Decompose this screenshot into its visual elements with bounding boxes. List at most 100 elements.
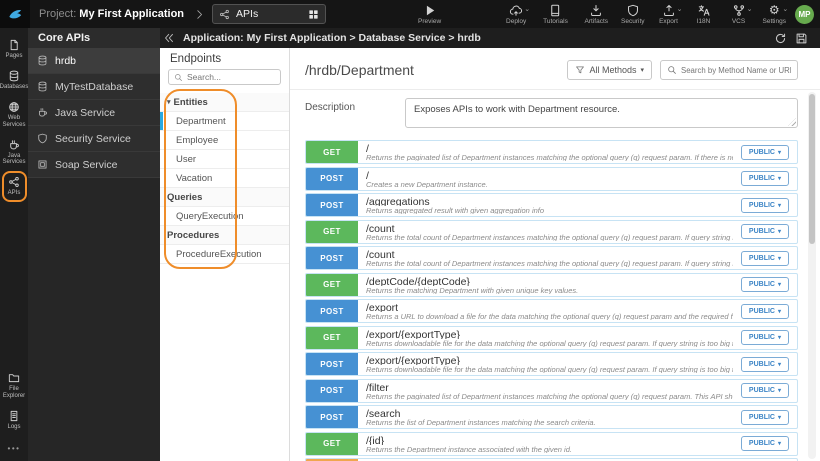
core-api-item-icon bbox=[37, 107, 48, 118]
topbar-action[interactable]: Artifacts bbox=[585, 4, 608, 25]
visibility-dropdown[interactable]: PUBLIC bbox=[740, 409, 789, 425]
refresh-icon[interactable] bbox=[774, 32, 787, 45]
project-name: My First Application bbox=[79, 8, 185, 20]
endpoint-row[interactable]: Employee bbox=[160, 131, 289, 150]
core-api-item-label: hrdb bbox=[55, 54, 77, 67]
api-row[interactable]: GET /count Returns the total count of De… bbox=[305, 219, 798, 244]
api-path: / bbox=[366, 169, 369, 180]
method-badge: GET bbox=[306, 326, 358, 349]
api-row[interactable]: POST /filter Returns the paginated list … bbox=[305, 378, 798, 403]
api-path: /count bbox=[366, 222, 395, 233]
visibility-dropdown[interactable]: PUBLIC bbox=[740, 436, 789, 451]
topbar-action[interactable]: Tutorials bbox=[543, 4, 568, 25]
api-row[interactable]: GET /export/{exportType} Returns downloa… bbox=[305, 325, 798, 350]
endpoint-row[interactable]: Vacation bbox=[160, 169, 289, 188]
api-row[interactable]: POST /aggregations Returns aggregated re… bbox=[305, 193, 798, 217]
api-row[interactable]: POST /export Returns a URL to download a… bbox=[305, 299, 798, 323]
sidebar-item-label: Web Services bbox=[2, 114, 26, 128]
sidebar-item[interactable]: APIs bbox=[1, 171, 28, 203]
core-api-item[interactable]: MyTestDatabase bbox=[28, 74, 160, 100]
visibility-dropdown[interactable]: PUBLIC bbox=[740, 383, 789, 398]
api-row[interactable]: GET /{id} Returns the Department instanc… bbox=[305, 431, 798, 456]
endpoint-row-label: Vacation bbox=[176, 172, 213, 184]
api-row[interactable]: POST / Creates a new Department instance… bbox=[305, 166, 798, 191]
topbar-action[interactable]: VCS bbox=[728, 4, 753, 25]
visibility-dropdown[interactable]: PUBLIC bbox=[740, 330, 789, 345]
sidebar-item-label: Pages bbox=[5, 53, 23, 59]
api-row[interactable]: POST /export/{exportType} Returns downlo… bbox=[305, 352, 798, 376]
method-badge: GET bbox=[306, 141, 358, 163]
endpoints-search[interactable] bbox=[168, 69, 281, 85]
description-textarea[interactable]: Exposes APIs to work with Department res… bbox=[405, 98, 798, 128]
apis-workspace-tab[interactable]: APIs bbox=[212, 4, 327, 24]
method-search-input[interactable] bbox=[681, 65, 791, 75]
endpoint-row[interactable]: QueryExecution bbox=[160, 207, 289, 226]
endpoint-row[interactable]: Queries bbox=[160, 188, 289, 207]
api-row[interactable]: POST /count Returns the total count of D… bbox=[305, 246, 798, 270]
visibility-dropdown[interactable]: PUBLIC bbox=[740, 224, 789, 239]
api-row[interactable]: GET / Returns the paginated list of Depa… bbox=[305, 140, 798, 164]
visibility-dropdown[interactable]: PUBLIC bbox=[740, 171, 789, 186]
topbar-action[interactable]: I18N bbox=[693, 4, 715, 25]
sidebar-item[interactable]: Web Services bbox=[1, 96, 28, 134]
api-row[interactable]: GET /deptCode/{deptCode} Returns the mat… bbox=[305, 272, 798, 297]
endpoint-row-label: QueryExecution bbox=[176, 210, 244, 222]
visibility-dropdown[interactable]: PUBLIC bbox=[740, 144, 789, 160]
core-api-item[interactable]: Security Service bbox=[28, 126, 160, 152]
methods-filter-dropdown[interactable]: All Methods ▾ bbox=[567, 60, 652, 80]
sidebar-item[interactable]: Java Services bbox=[1, 134, 28, 172]
visibility-dropdown[interactable]: PUBLIC bbox=[740, 250, 789, 266]
user-avatar[interactable]: MP bbox=[795, 4, 814, 24]
sidebar-item[interactable]: Logs bbox=[1, 405, 28, 436]
api-path: /filter bbox=[366, 381, 389, 392]
endpoint-row[interactable]: User bbox=[160, 150, 289, 169]
sidebar-item[interactable]: Pages bbox=[1, 34, 28, 65]
visibility-dropdown[interactable]: PUBLIC bbox=[740, 356, 789, 372]
endpoint-row-label: User bbox=[176, 153, 197, 165]
scrollbar-track[interactable] bbox=[808, 92, 816, 459]
topbar-action[interactable]: Preview bbox=[418, 4, 441, 25]
core-api-item[interactable]: hrdb bbox=[28, 48, 160, 74]
endpoint-row[interactable]: ProcedureExecution bbox=[160, 245, 289, 264]
chevron-down-icon: ▾ bbox=[640, 67, 644, 74]
topbar-action-icon bbox=[420, 4, 440, 17]
method-badge: POST bbox=[306, 194, 358, 216]
topbar-action-icon: ⚙ bbox=[764, 3, 788, 17]
sidebar-more-button[interactable]: ••• bbox=[8, 436, 21, 459]
collapse-panel-icon[interactable] bbox=[163, 32, 175, 44]
method-search[interactable] bbox=[660, 60, 798, 80]
api-description: Returns aggregated result with given agg… bbox=[366, 206, 545, 214]
topbar-action-label: Artifacts bbox=[584, 17, 609, 25]
topbar-action[interactable]: Export bbox=[658, 4, 683, 25]
endpoint-row[interactable]: Department bbox=[160, 112, 289, 131]
save-icon[interactable] bbox=[795, 32, 808, 45]
core-api-item[interactable]: Java Service bbox=[28, 100, 160, 126]
endpoint-row-label: ProcedureExecution bbox=[176, 248, 262, 260]
grid-icon[interactable] bbox=[308, 9, 319, 20]
project-title: Project: My First Application bbox=[39, 8, 184, 20]
api-description: Returns downloadable file for the data m… bbox=[366, 365, 733, 373]
sidebar-item[interactable]: Databases bbox=[0, 65, 28, 96]
main-column: Application: My First Application > Data… bbox=[160, 28, 820, 461]
topbar-action[interactable]: Deploy bbox=[505, 4, 530, 25]
visibility-dropdown[interactable]: PUBLIC bbox=[740, 303, 789, 319]
visibility-dropdown[interactable]: PUBLIC bbox=[740, 197, 789, 213]
resource-title: /hrdb/Department bbox=[305, 62, 414, 78]
endpoint-row[interactable]: ▾ Entities bbox=[160, 93, 289, 112]
endpoints-panel: Endpoints ▾ Entities bbox=[160, 48, 290, 461]
sidebar-item-icon bbox=[8, 410, 20, 422]
visibility-dropdown[interactable]: PUBLIC bbox=[740, 277, 789, 292]
sidebar-item-label: Logs bbox=[7, 424, 21, 431]
chevron-down-icon: ▾ bbox=[167, 99, 171, 106]
topbar-action[interactable]: ⚙ Settings bbox=[763, 3, 789, 25]
core-api-item[interactable]: Soap Service bbox=[28, 152, 160, 178]
sidebar-item[interactable]: File Explorer bbox=[1, 367, 28, 405]
sidebar-item-icon bbox=[8, 139, 20, 151]
methods-filter-label: All Methods bbox=[589, 65, 637, 75]
topbar-action[interactable]: Security bbox=[621, 4, 645, 25]
endpoint-row[interactable]: Procedures bbox=[160, 226, 289, 245]
api-row[interactable]: POST /search Returns the list of Departm… bbox=[305, 405, 798, 429]
scrollbar-thumb[interactable] bbox=[809, 94, 815, 244]
endpoints-search-input[interactable] bbox=[187, 72, 275, 82]
core-api-item-icon bbox=[37, 159, 48, 170]
